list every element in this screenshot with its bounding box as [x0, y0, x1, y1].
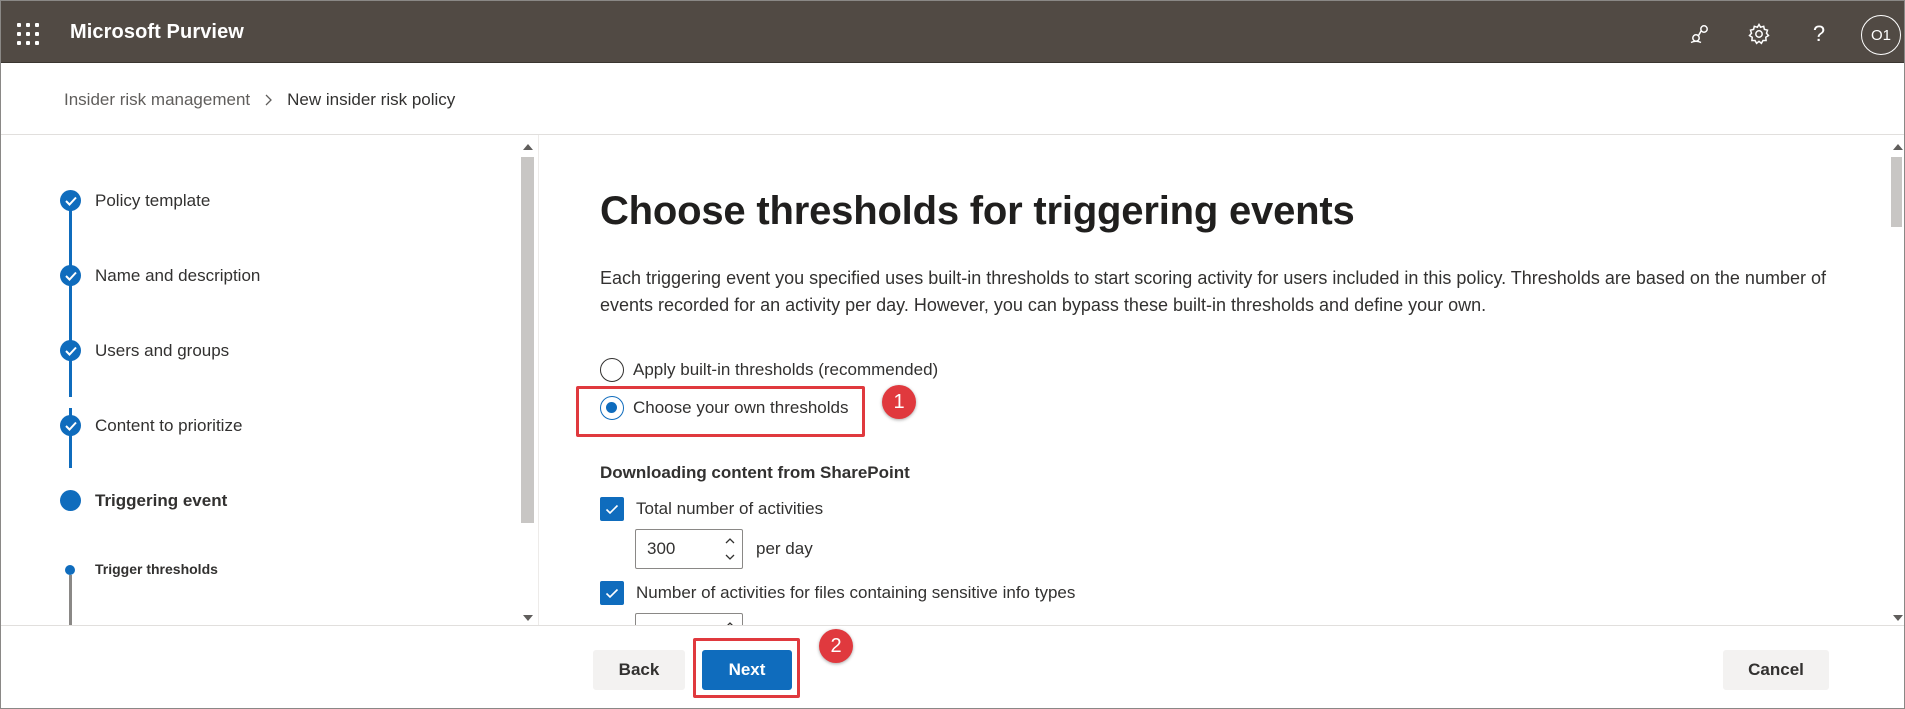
page-description: Each triggering event you specified uses…: [600, 268, 1826, 315]
substep-trigger-thresholds[interactable]: Trigger thresholds: [95, 561, 218, 577]
cancel-button[interactable]: Cancel: [1723, 650, 1829, 690]
option-built-in-thresholds[interactable]: Apply built-in thresholds (recommended): [600, 358, 938, 382]
check-icon: [60, 415, 81, 436]
check-icon: [60, 190, 81, 211]
breadcrumb-current: New insider risk policy: [287, 90, 456, 109]
section-title: Downloading content from SharePoint: [600, 463, 910, 482]
scrollbar-thumb[interactable]: [521, 157, 534, 523]
back-button[interactable]: Back: [593, 650, 685, 690]
step-name-and-description[interactable]: Name and description: [95, 266, 260, 286]
step-connector-completed: [69, 201, 72, 397]
settings-icon[interactable]: [1744, 19, 1774, 49]
substep-dot: [65, 565, 75, 575]
chevron-up-icon[interactable]: [724, 535, 736, 547]
step-triggering-event[interactable]: Triggering event: [95, 491, 227, 511]
help-icon[interactable]: ?: [1804, 19, 1834, 49]
app-title[interactable]: Microsoft Purview: [70, 21, 244, 44]
threshold-value: 300: [647, 539, 676, 558]
share-icon[interactable]: [1685, 19, 1715, 49]
option-label: Apply built-in thresholds (recommended): [633, 360, 939, 379]
top-bar: Microsoft Purview ? O1: [0, 0, 1905, 63]
breadcrumb: Insider risk management New insider risk…: [64, 90, 455, 110]
scroll-down-icon[interactable]: [523, 615, 533, 621]
checkbox-checked[interactable]: [600, 497, 624, 521]
checkbox-label: Number of activities for files containin…: [636, 583, 1076, 602]
wizard-steps: Policy template Name and description Use…: [0, 135, 520, 625]
sensitive-info-checkbox-row[interactable]: Number of activities for files containin…: [600, 581, 1075, 605]
scroll-up-icon[interactable]: [523, 144, 533, 150]
step-content-to-prioritize[interactable]: Content to prioritize: [95, 416, 242, 436]
left-scrollbar[interactable]: [518, 140, 536, 625]
checkbox-checked[interactable]: [600, 581, 624, 605]
annotation-badge-1: 1: [882, 385, 916, 419]
threshold-input-row-partial: [635, 613, 743, 625]
avatar[interactable]: O1: [1861, 15, 1901, 55]
scroll-down-icon[interactable]: [1893, 615, 1903, 621]
total-activities-checkbox-row[interactable]: Total number of activities: [600, 497, 823, 521]
threshold-input-row: 300 per day: [635, 529, 813, 569]
chevron-down-icon[interactable]: [724, 551, 736, 563]
check-icon: [60, 340, 81, 361]
threshold-number-input[interactable]: [635, 613, 743, 625]
page-title: Choose thresholds for triggering events: [600, 189, 1355, 233]
wizard-footer: Back Next Cancel: [0, 625, 1905, 709]
chevron-right-icon: [264, 93, 273, 107]
annotation-badge-2: 2: [819, 629, 853, 663]
annotation-highlight-own-thresholds: [576, 386, 865, 437]
annotation-highlight-next: [693, 638, 800, 698]
step-connector-pending: [69, 575, 72, 625]
scroll-up-icon[interactable]: [1893, 144, 1903, 150]
step-users-and-groups[interactable]: Users and groups: [95, 341, 229, 361]
scrollbar-thumb[interactable]: [1891, 157, 1902, 227]
app-launcher-icon[interactable]: [17, 23, 39, 45]
unit-label: per day: [756, 539, 813, 558]
check-icon: [60, 265, 81, 286]
radio-button[interactable]: [600, 358, 624, 382]
current-step-dot: [60, 490, 81, 511]
checkbox-label: Total number of activities: [636, 499, 824, 518]
step-policy-template[interactable]: Policy template: [95, 191, 210, 211]
main-scrollbar[interactable]: [1888, 140, 1905, 625]
threshold-number-input[interactable]: 300: [635, 529, 743, 569]
main-content: Choose thresholds for triggering events …: [539, 135, 1889, 625]
breadcrumb-parent[interactable]: Insider risk management: [64, 90, 250, 110]
